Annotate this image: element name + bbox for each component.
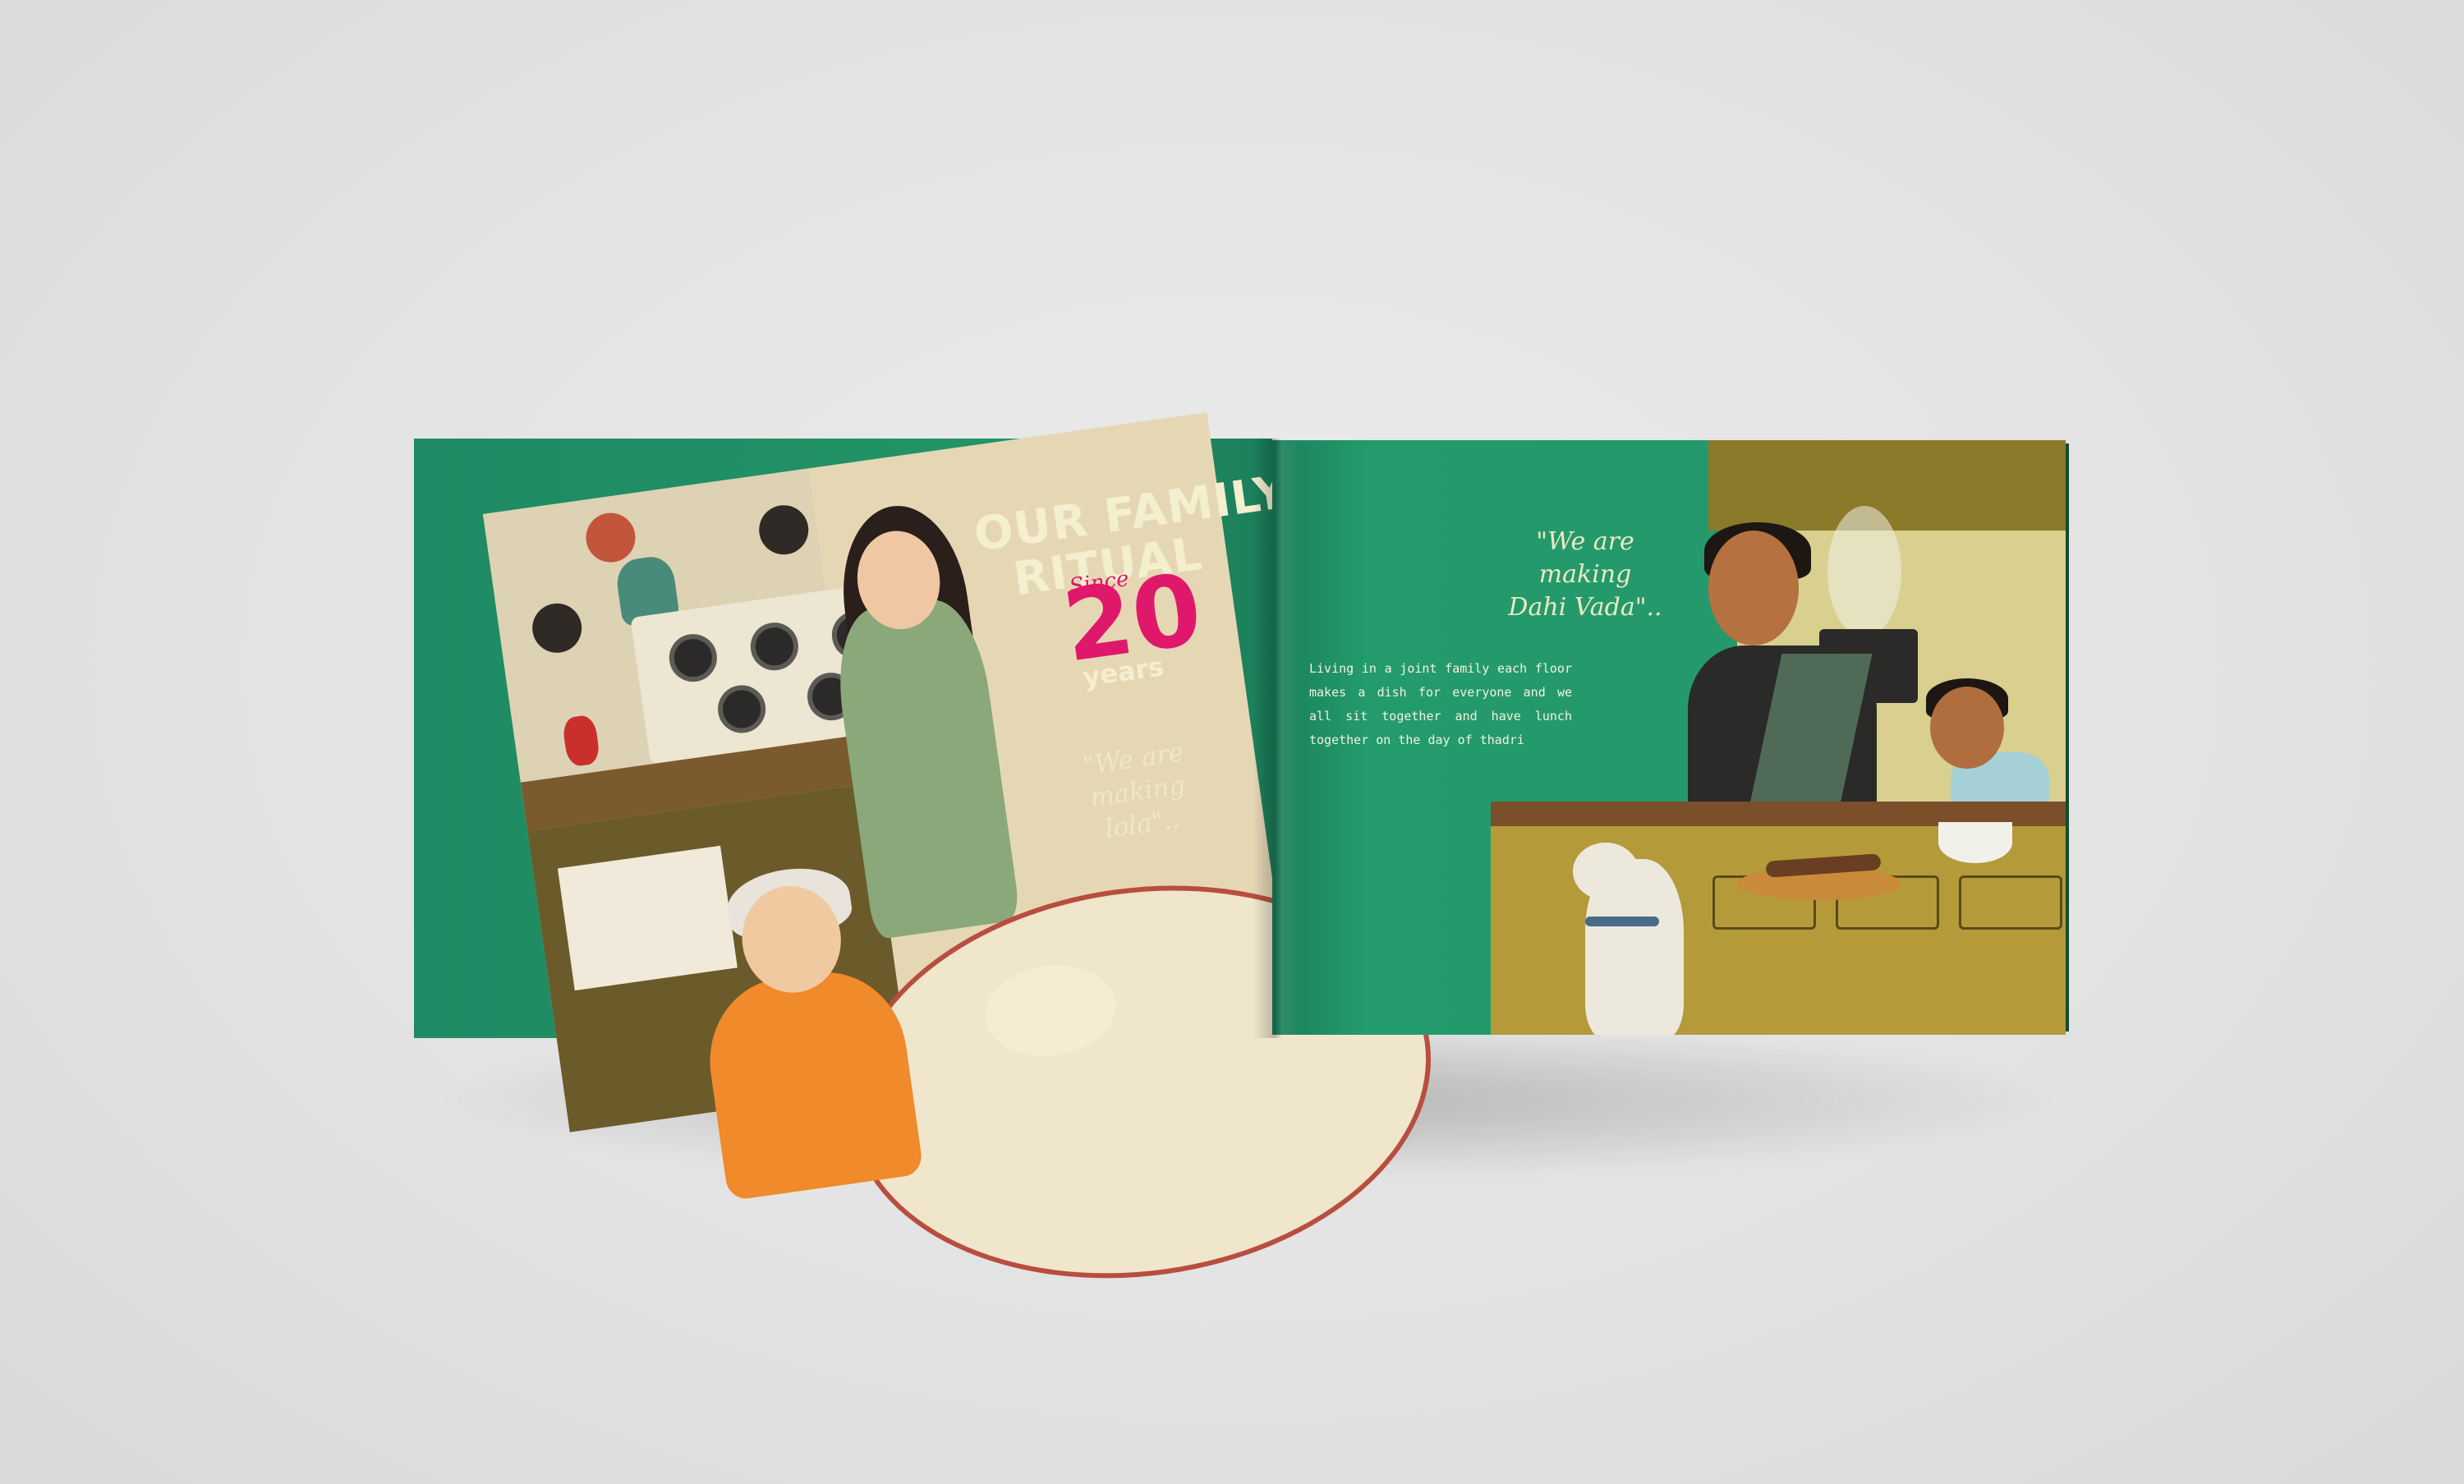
burner-icon <box>715 682 769 737</box>
right-quote: "We are making Dahi Vada".. <box>1487 526 1684 624</box>
mother-face <box>1708 531 1799 646</box>
steam-icon <box>1827 506 1901 637</box>
burner-icon <box>666 631 720 685</box>
tea-towel <box>557 845 738 991</box>
dog-head <box>1573 843 1639 900</box>
right-quote-line-2: Dahi Vada".. <box>1508 593 1662 622</box>
drawer-panel <box>1959 875 2062 930</box>
story-paragraph: Living in a joint family each floor make… <box>1309 661 1572 747</box>
dog-collar <box>1585 917 1659 926</box>
burner-icon <box>747 619 802 673</box>
book-gutter <box>1253 439 1302 1038</box>
boy-face <box>1930 687 2004 769</box>
right-quote-line-1: "We are making <box>1536 527 1634 589</box>
upper-cabinet <box>1708 440 2066 531</box>
bowl-icon <box>1938 822 2012 863</box>
mockup-background: OUR FAMILY RITUAL Since 20 years "We are… <box>0 0 2464 1484</box>
